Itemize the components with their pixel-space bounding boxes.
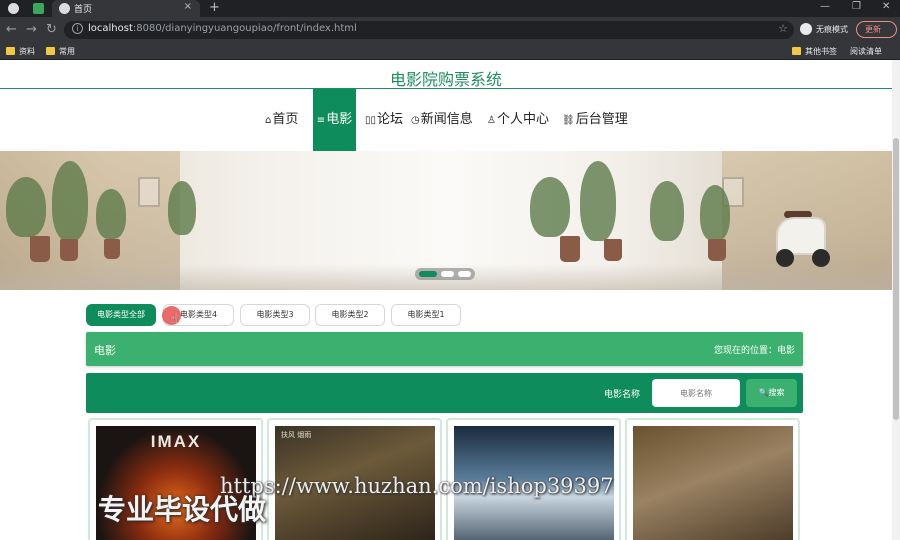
nav-item-home[interactable]: ⌂首页 (265, 89, 298, 151)
banner-pot (104, 239, 120, 259)
reload-icon[interactable]: ↻ (46, 22, 57, 37)
section-header: 电影 您现在的位置：电影 (86, 332, 803, 366)
tab-close-icon[interactable]: × (184, 1, 192, 12)
main-nav: ⌂首页 ≡电影 ▯▯论坛 ◷新闻信息 ♙个人中心 ⛓后台管理 (0, 89, 892, 151)
banner-pot (560, 236, 580, 262)
reading-list-button[interactable]: 阅读清单 (850, 46, 882, 57)
web-page: 电影院购票系统 ⌂首页 ≡电影 ▯▯论坛 ◷新闻信息 ♙个人中心 ⛓后台管理 电… (0, 60, 892, 540)
carousel-indicators (415, 268, 475, 280)
category-tab-2[interactable]: 电影类型2 (315, 304, 385, 326)
nav-item-movies[interactable]: ≡电影 (313, 89, 356, 151)
nav-item-admin[interactable]: ⛓后台管理 (562, 89, 628, 151)
banner-plant (700, 185, 730, 241)
tab-title: 首页 (74, 5, 93, 15)
site-info-icon[interactable]: i (72, 23, 83, 34)
link-icon: ⛓ (562, 115, 575, 126)
banner-pot (708, 239, 726, 261)
banner-window (138, 177, 160, 207)
new-tab-button[interactable]: + (209, 0, 220, 15)
banner-plant (580, 161, 616, 241)
banner-pot (604, 239, 622, 261)
browser-tab-active[interactable]: 首页 × (52, 0, 200, 17)
bookmark-star-icon[interactable]: ☆ (778, 22, 788, 35)
watermark-url: https://www.huzhan.com/ishop39397 (220, 474, 614, 498)
search-bar: 电影名称 🔍搜索 (86, 373, 803, 413)
forum-icon: ▯▯ (365, 115, 377, 126)
forward-arrow-icon[interactable]: → (26, 22, 37, 37)
browser-tab-bar: 首页 × + — ❐ ✕ (0, 0, 900, 17)
incognito-label: 无痕模式 (816, 25, 848, 34)
url-text: localhost:8080/dianyingyuangoupiao/front… (88, 23, 357, 34)
search-input[interactable] (652, 379, 740, 407)
browser-globe-icon[interactable] (8, 3, 19, 14)
back-arrow-icon[interactable]: ← (6, 22, 17, 37)
banner-plant (6, 177, 46, 237)
list-icon: ≡ (316, 115, 326, 126)
category-tab-1[interactable]: 电影类型1 (391, 304, 461, 326)
carousel-dot-2[interactable] (441, 271, 454, 277)
banner-pot (60, 239, 78, 261)
site-favicon-icon[interactable] (33, 3, 44, 14)
search-button[interactable]: 🔍搜索 (746, 379, 797, 407)
incognito-icon (800, 23, 812, 35)
banner-plant (52, 161, 88, 241)
url-field[interactable]: i localhost:8080/dianyingyuangoupiao/fro… (64, 21, 794, 39)
movie-poster[interactable] (633, 426, 793, 540)
category-tab-all[interactable]: 电影类型全部 (86, 304, 156, 326)
breadcrumb: 您现在的位置：电影 (713, 346, 795, 356)
bookmarks-bar: 资料 常用 其他书签 阅读清单 (0, 43, 900, 60)
banner-plant (168, 181, 196, 235)
carousel-dot-3[interactable] (458, 271, 471, 277)
folder-icon (46, 47, 55, 55)
site-title: 电影院购票系统 (389, 70, 502, 89)
folder-icon (792, 47, 801, 55)
category-tab-3[interactable]: 电影类型3 (240, 304, 310, 326)
banner-plant (650, 181, 684, 241)
bookmark-folder-other[interactable]: 其他书签 (792, 46, 837, 57)
search-label: 电影名称 (604, 390, 641, 400)
window-close-button[interactable]: ✕ (882, 1, 890, 12)
bookmark-folder-ziliao[interactable]: 资料 (6, 46, 35, 57)
banner-plant (96, 189, 126, 239)
window-minimize-button[interactable]: — (820, 1, 830, 12)
page-scrollbar[interactable] (892, 60, 900, 540)
browser-address-bar: ← → ↻ i localhost:8080/dianyingyuangoupi… (0, 17, 900, 43)
search-icon: 🔍 (758, 388, 769, 397)
update-button[interactable]: 更新 (856, 21, 897, 38)
window-maximize-button[interactable]: ❐ (852, 1, 861, 12)
banner-pot (30, 236, 50, 262)
bookmark-folder-changyong[interactable]: 常用 (46, 46, 75, 57)
watermark-text: 专业毕设代做 (98, 493, 267, 526)
nav-item-personal-center[interactable]: ♙个人中心 (487, 89, 549, 151)
mouse-pointer-icon: ☝ (170, 312, 178, 327)
nav-item-forum[interactable]: ▯▯论坛 (365, 89, 403, 151)
clock-icon: ◷ (411, 115, 420, 126)
banner-plant (530, 177, 570, 237)
category-tabs: 电影类型全部 电影类型4 电影类型3 电影类型2 电影类型1 (0, 304, 892, 326)
movie-card[interactable] (625, 418, 800, 540)
scrollbar-thumb[interactable] (893, 138, 899, 420)
home-icon: ⌂ (265, 115, 272, 126)
folder-icon (6, 47, 15, 55)
tab-globe-icon (59, 3, 70, 14)
carousel-dot-1[interactable] (419, 271, 437, 277)
section-title: 电影 (94, 344, 116, 357)
user-icon: ♙ (487, 115, 496, 126)
nav-item-news[interactable]: ◷新闻信息 (411, 89, 473, 151)
